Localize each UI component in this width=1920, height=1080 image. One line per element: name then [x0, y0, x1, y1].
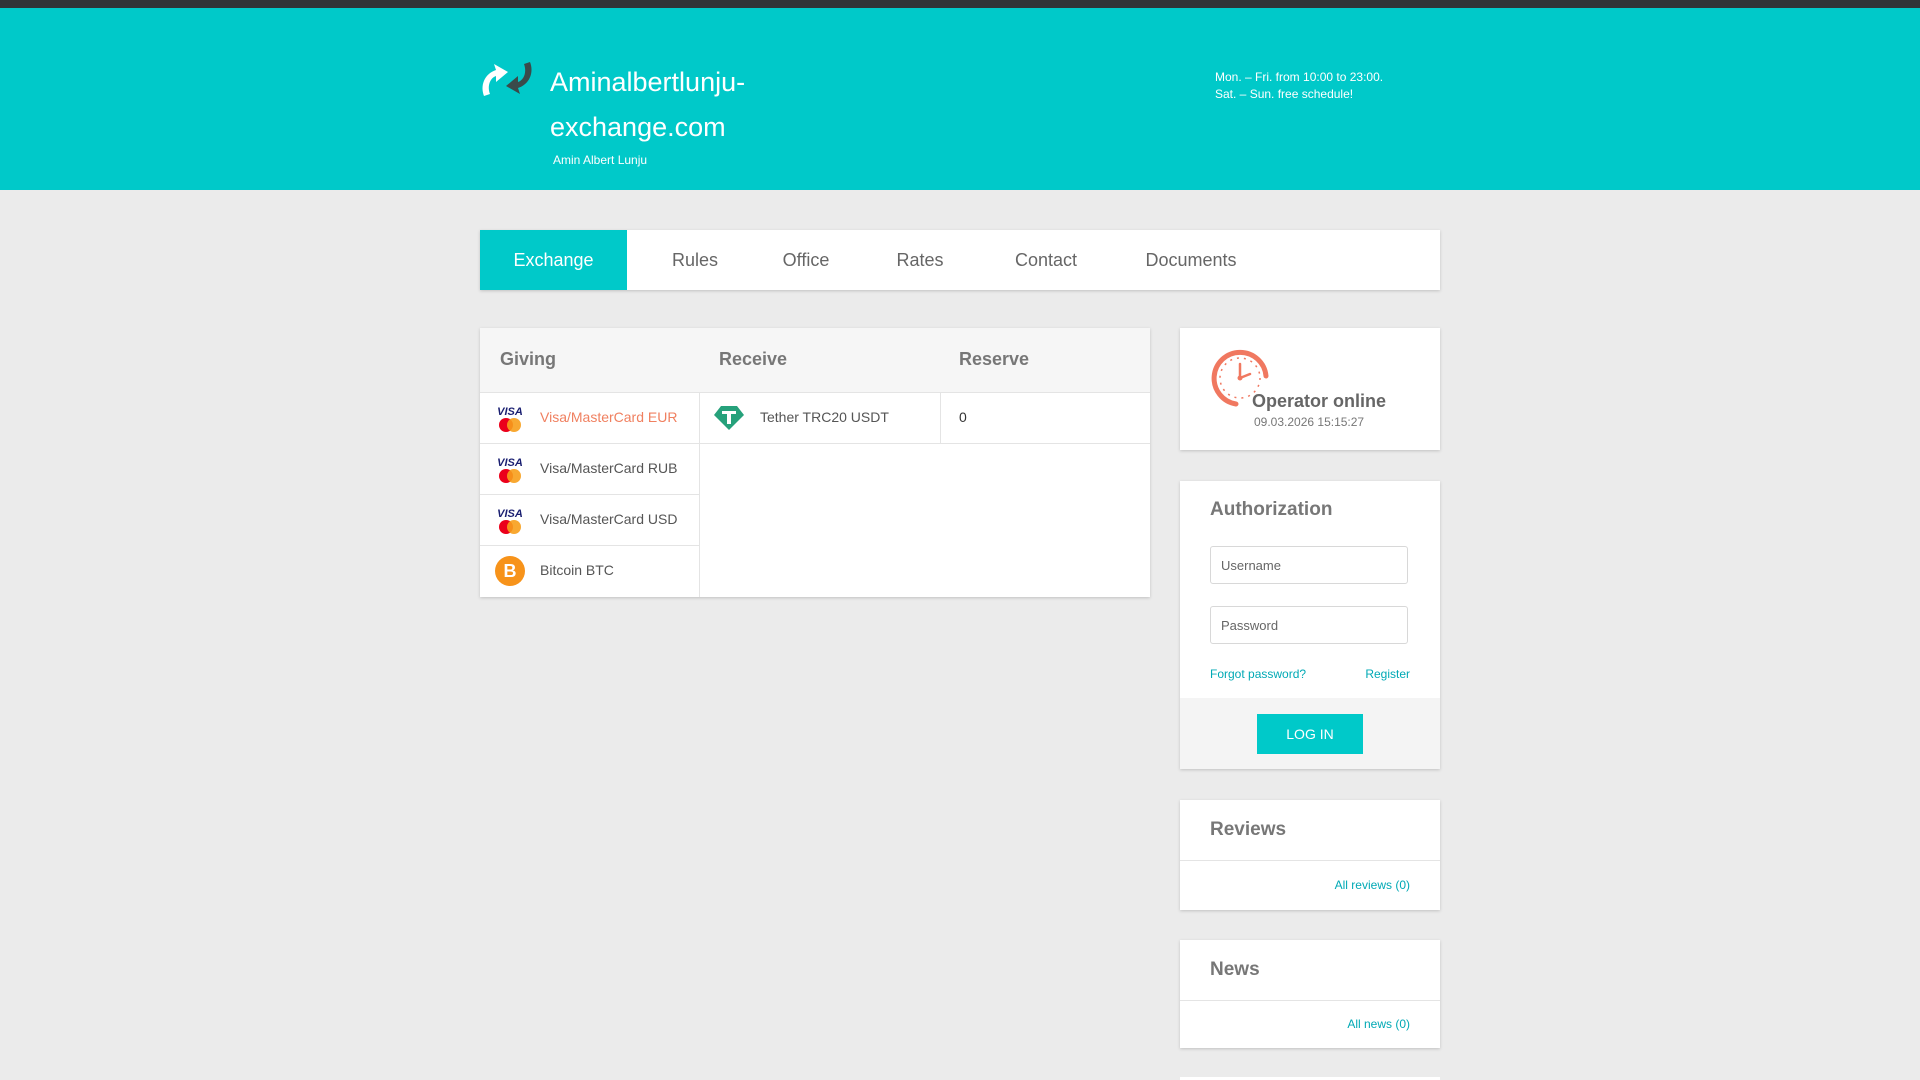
giving-label: Visa/MasterCard EUR	[540, 409, 678, 425]
news-title: News	[1210, 959, 1260, 980]
site-header: Aminalbertlunju- exchange.com Amin Alber…	[0, 8, 1920, 190]
giving-item-usd[interactable]: VISA Visa/MasterCard USD	[480, 495, 699, 546]
visa-mastercard-icon: VISA	[497, 457, 523, 483]
svg-text:B: B	[504, 561, 517, 581]
svg-text:VISA: VISA	[497, 508, 523, 520]
forgot-password-link[interactable]: Forgot password?	[1210, 667, 1306, 681]
giving-label: Bitcoin BTC	[540, 562, 614, 578]
bitcoin-icon: B	[495, 556, 525, 586]
news-card: News All news (0)	[1180, 940, 1440, 1048]
receive-item-usdt[interactable]: Tether TRC20 USDT 0	[700, 393, 1150, 444]
nav-office[interactable]: Office	[766, 230, 846, 290]
giving-item-rub[interactable]: VISA Visa/MasterCard RUB	[480, 444, 699, 495]
col-giving: Giving	[500, 349, 557, 369]
exchange-arrows-icon[interactable]	[478, 56, 536, 100]
nav-rates[interactable]: Rates	[880, 230, 960, 290]
nav-contact[interactable]: Contact	[996, 230, 1096, 290]
authorization-footer: LOG IN	[1180, 698, 1440, 769]
schedule-weekdays: Mon. – Fri. from 10:00 to 23:00.	[1215, 70, 1384, 84]
register-link[interactable]: Register	[1365, 667, 1410, 681]
main-nav: Exchange Rules Office Rates Contact Docu…	[480, 230, 1440, 290]
giving-label: Visa/MasterCard USD	[540, 511, 678, 527]
col-receive: Receive	[719, 349, 788, 369]
nav-exchange[interactable]: Exchange	[480, 230, 627, 290]
nav-rules[interactable]: Rules	[655, 230, 735, 290]
svg-text:VISA: VISA	[497, 457, 523, 469]
exchange-table: Giving Receive Reserve VISA Visa/MasterC…	[480, 328, 1150, 597]
password-input[interactable]	[1210, 606, 1408, 644]
receive-label: Tether TRC20 USDT	[760, 409, 889, 425]
authorization-title: Authorization	[1210, 499, 1333, 520]
authorization-card: Authorization Forgot password? Register …	[1180, 481, 1440, 769]
site-title-line1: Aminalbertlunju-	[550, 67, 746, 97]
work-schedule: Mon. – Fri. from 10:00 to 23:00. Sat. – …	[1215, 69, 1383, 103]
visa-mastercard-icon: VISA	[497, 508, 523, 534]
reserve-value: 0	[959, 409, 967, 425]
giving-item-btc[interactable]: B Bitcoin BTC	[480, 546, 699, 596]
tether-icon	[714, 406, 744, 430]
username-input[interactable]	[1210, 546, 1408, 584]
site-title-line2: exchange.com	[550, 112, 726, 142]
visa-mastercard-icon: VISA	[497, 406, 523, 432]
reviews-divider	[1180, 860, 1440, 861]
all-reviews-link[interactable]: All reviews (0)	[1335, 878, 1410, 892]
all-news-link[interactable]: All news (0)	[1347, 1017, 1410, 1031]
schedule-weekend: Sat. – Sun. free schedule!	[1215, 87, 1354, 101]
operator-status: Operator online	[1252, 391, 1387, 411]
reviews-title: Reviews	[1210, 819, 1287, 840]
reviews-card: Reviews All reviews (0)	[1180, 800, 1440, 910]
exchange-table-header: Giving Receive Reserve	[480, 328, 1150, 393]
news-divider	[1180, 1000, 1440, 1001]
giving-list: VISA Visa/MasterCard EUR VISA Visa/Maste…	[480, 393, 700, 597]
operator-datetime: 09.03.2026 15:15:27	[1254, 415, 1365, 429]
giving-label: Visa/MasterCard RUB	[540, 460, 678, 476]
column-divider	[940, 393, 941, 443]
giving-item-eur[interactable]: VISA Visa/MasterCard EUR	[480, 393, 699, 444]
site-subtitle: Amin Albert Lunju	[553, 153, 648, 167]
top-bar	[0, 0, 1920, 8]
operator-status-card: Operator online 09.03.2026 15:15:27	[1180, 328, 1440, 450]
site-title[interactable]: Aminalbertlunju- exchange.com	[550, 60, 745, 150]
nav-documents[interactable]: Documents	[1126, 230, 1256, 290]
svg-text:VISA: VISA	[497, 406, 523, 418]
col-reserve: Reserve	[959, 349, 1030, 369]
login-button[interactable]: LOG IN	[1257, 714, 1363, 754]
